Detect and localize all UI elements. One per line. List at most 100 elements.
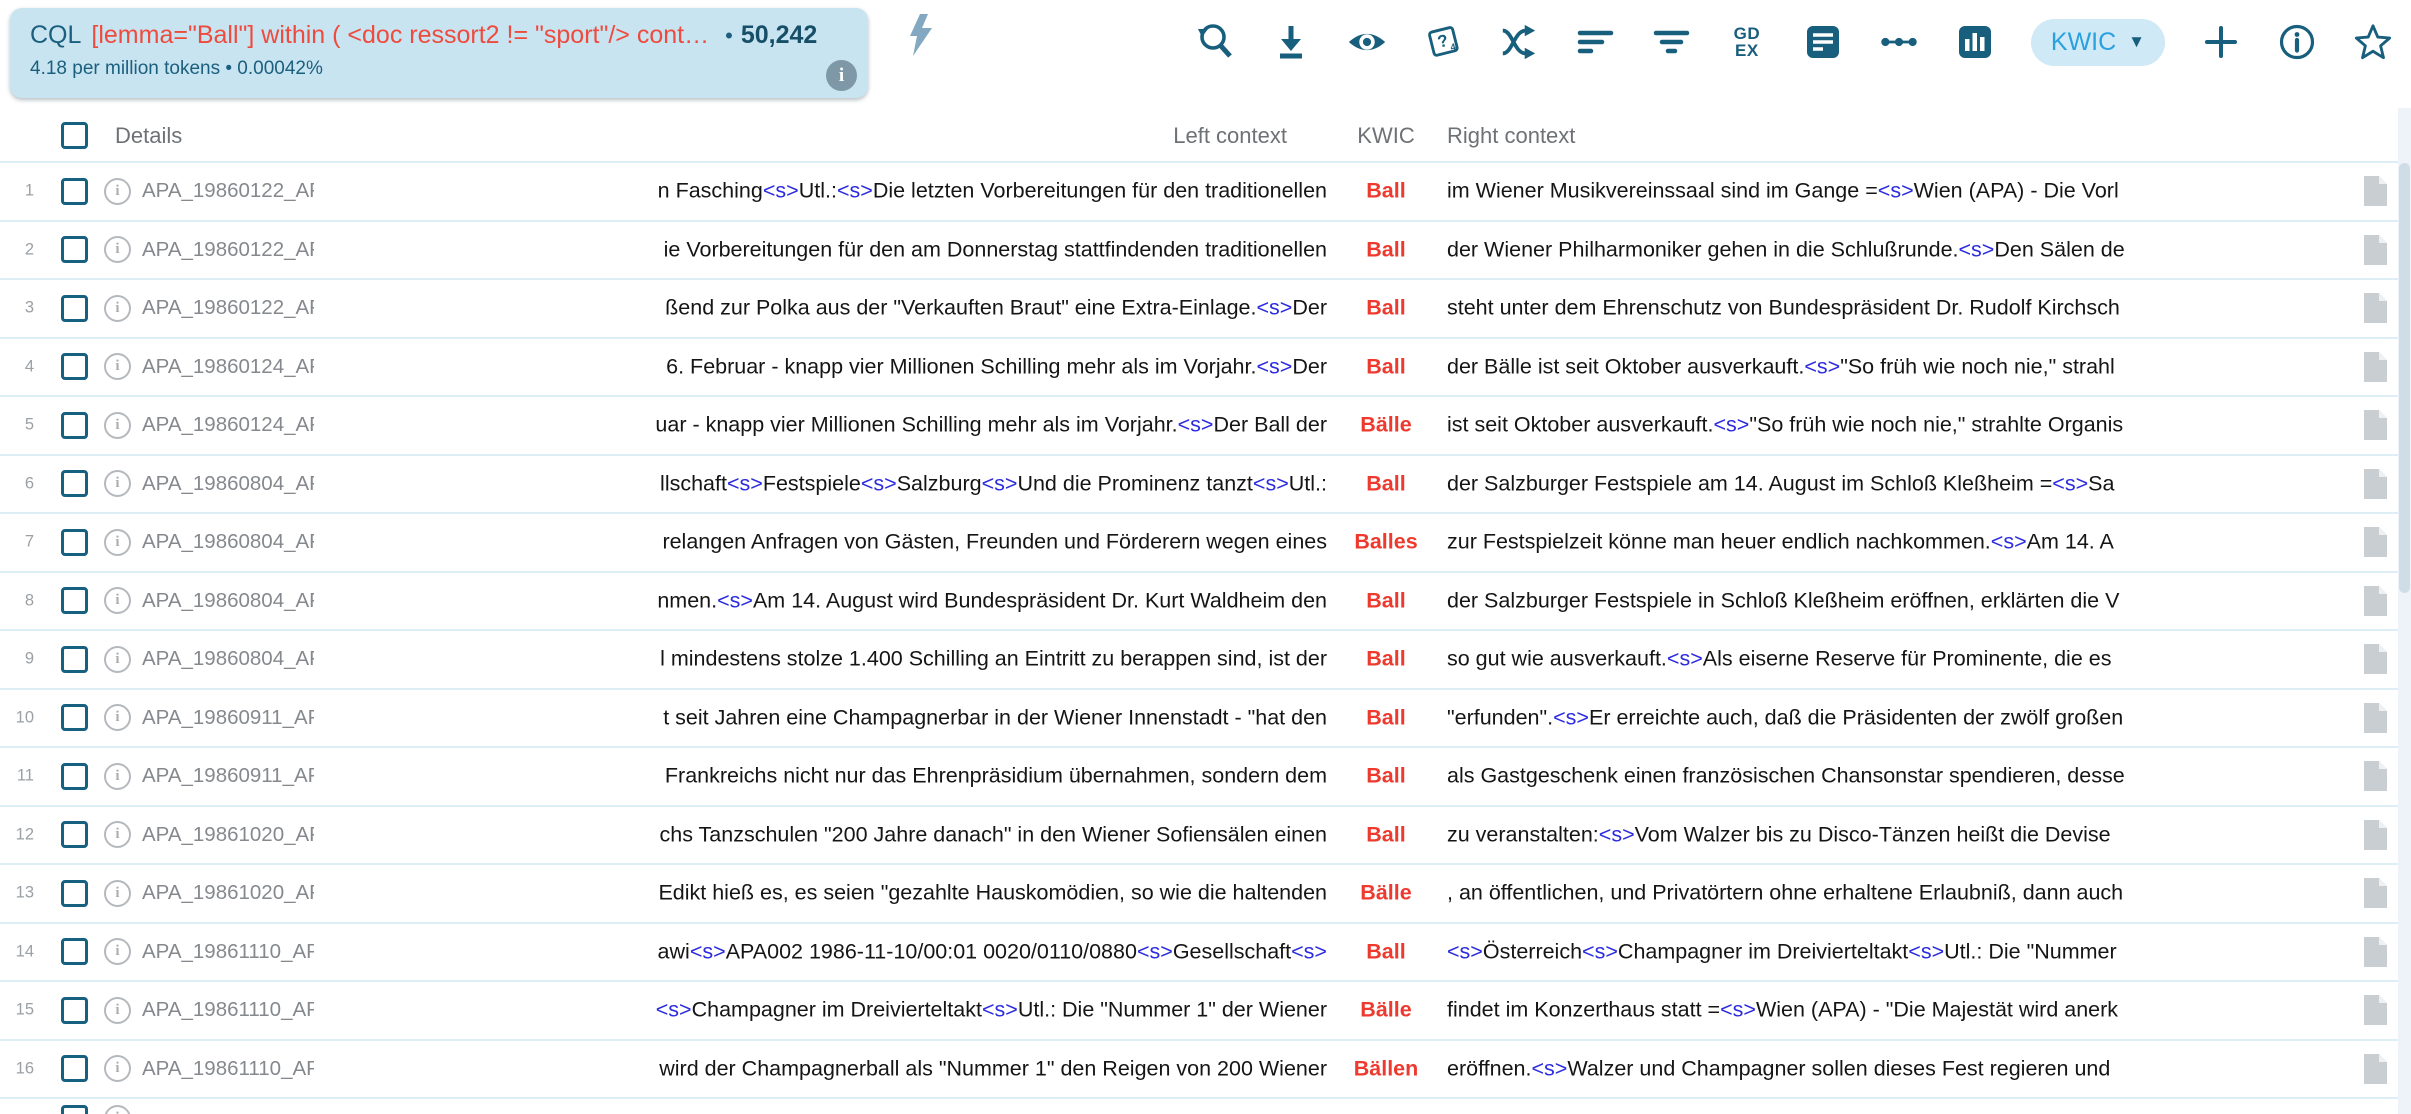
kwic-word[interactable]: Bälle <box>1327 881 1445 906</box>
row-checkbox[interactable] <box>61 1055 88 1082</box>
copy-icon[interactable] <box>2362 175 2389 212</box>
add-icon[interactable] <box>2201 22 2241 62</box>
kwic-word[interactable]: Ball <box>1327 354 1445 379</box>
doc-id[interactable]: APA_19861110_AP... <box>142 1057 314 1081</box>
kwic-word[interactable]: Ball <box>1327 588 1445 613</box>
row-checkbox[interactable] <box>61 295 88 322</box>
row-checkbox[interactable] <box>61 529 88 556</box>
row-checkbox[interactable] <box>61 938 88 965</box>
doc-id[interactable]: APA_19861110_AP... <box>142 998 314 1022</box>
row-checkbox[interactable] <box>61 997 88 1024</box>
kwic-word[interactable]: Ball <box>1327 296 1445 321</box>
doc-id[interactable]: APA_19861110_AP... <box>142 940 314 964</box>
doc-id[interactable]: APA_19860122_AP... <box>142 179 314 203</box>
row-checkbox[interactable] <box>61 353 88 380</box>
doc-id[interactable]: APA_19860911_AP... <box>142 706 314 730</box>
doc-id[interactable]: APA_19861020_AP... <box>142 881 314 905</box>
row-checkbox[interactable] <box>61 470 88 497</box>
copy-icon[interactable] <box>2362 936 2389 973</box>
doc-id[interactable]: APA_19860122_AP... <box>142 296 314 320</box>
copy-icon[interactable] <box>2362 351 2389 388</box>
row-info-icon[interactable]: i <box>104 1105 131 1114</box>
kwic-word[interactable]: Ball <box>1327 764 1445 789</box>
sort-icon[interactable] <box>1575 22 1615 62</box>
doc-id[interactable]: APA_19860804_AP... <box>142 647 314 671</box>
gdex-icon[interactable]: GDEX <box>1727 22 1767 62</box>
row-info-icon[interactable]: i <box>104 880 131 907</box>
row-checkbox[interactable] <box>61 763 88 790</box>
row-info-icon[interactable]: i <box>104 763 131 790</box>
row-checkbox[interactable] <box>61 236 88 263</box>
row-info-icon[interactable]: i <box>104 412 131 439</box>
row-checkbox[interactable] <box>61 1105 88 1114</box>
doc-id[interactable]: APA_19860804_AP... <box>142 530 314 554</box>
star-icon[interactable] <box>2353 22 2393 62</box>
copy-icon[interactable] <box>2362 234 2389 271</box>
kwic-word[interactable]: Ball <box>1327 705 1445 730</box>
random-sample-icon[interactable]: ? 4 <box>1423 22 1463 62</box>
row-checkbox[interactable] <box>61 704 88 731</box>
copy-icon[interactable] <box>2362 643 2389 680</box>
row-info-icon[interactable]: i <box>104 1055 131 1082</box>
lightning-icon[interactable] <box>908 12 934 63</box>
scrollbar-track[interactable] <box>2398 108 2411 1114</box>
view-options-icon[interactable] <box>1347 22 1387 62</box>
view-mode-dropdown[interactable]: KWIC ▼ <box>2031 19 2165 66</box>
kwic-word[interactable]: Ball <box>1327 179 1445 204</box>
row-checkbox[interactable] <box>61 821 88 848</box>
kwic-word[interactable]: Ball <box>1327 237 1445 262</box>
row-info-icon[interactable]: i <box>104 704 131 731</box>
copy-icon[interactable] <box>2362 877 2389 914</box>
text-types-icon[interactable] <box>1803 22 1843 62</box>
copy-icon[interactable] <box>2362 702 2389 739</box>
copy-icon[interactable] <box>2362 292 2389 329</box>
row-info-icon[interactable]: i <box>104 821 131 848</box>
row-checkbox[interactable] <box>61 587 88 614</box>
copy-icon[interactable] <box>2362 819 2389 856</box>
doc-id[interactable]: APA_19860911_AP... <box>142 764 314 788</box>
select-all-checkbox[interactable] <box>61 122 88 149</box>
row-info-icon[interactable]: i <box>104 997 131 1024</box>
scrollbar-thumb[interactable] <box>2399 163 2410 593</box>
kwic-word[interactable]: Ball <box>1327 939 1445 964</box>
row-info-icon[interactable]: i <box>104 938 131 965</box>
row-checkbox[interactable] <box>61 880 88 907</box>
row-checkbox[interactable] <box>61 412 88 439</box>
kwic-word[interactable]: Ball <box>1327 471 1445 496</box>
doc-id[interactable]: APA_19860124_AP... <box>142 413 314 437</box>
kwic-word[interactable]: Bälle <box>1327 998 1445 1023</box>
row-info-icon[interactable]: i <box>104 529 131 556</box>
doc-id[interactable]: APA_19861020_AP... <box>142 823 314 847</box>
row-info-icon[interactable]: i <box>104 587 131 614</box>
info-icon[interactable] <box>2277 22 2317 62</box>
row-info-icon[interactable]: i <box>104 470 131 497</box>
row-info-icon[interactable]: i <box>104 178 131 205</box>
copy-icon[interactable] <box>2362 468 2389 505</box>
copy-icon[interactable] <box>2362 1053 2389 1090</box>
kwic-word[interactable]: Bälle <box>1327 413 1445 438</box>
query-summary-box[interactable]: CQL[lemma="Ball"] within ( <doc ressort2… <box>10 8 868 98</box>
filter-icon[interactable] <box>1651 22 1691 62</box>
copy-icon[interactable] <box>2362 409 2389 446</box>
row-checkbox[interactable] <box>61 646 88 673</box>
row-info-icon[interactable]: i <box>104 353 131 380</box>
doc-id[interactable]: APA_19860804_AP... <box>142 472 314 496</box>
more-options-icon[interactable] <box>1879 22 1919 62</box>
query-info-icon[interactable]: i <box>826 60 857 91</box>
copy-icon[interactable] <box>2362 760 2389 797</box>
copy-icon[interactable] <box>2362 994 2389 1031</box>
doc-id[interactable]: APA_19860124_AP... <box>142 355 314 379</box>
edit-search-icon[interactable] <box>1195 22 1235 62</box>
download-icon[interactable] <box>1271 22 1311 62</box>
row-info-icon[interactable]: i <box>104 236 131 263</box>
shuffle-icon[interactable] <box>1499 22 1539 62</box>
doc-id[interactable]: APA_19860804_AP... <box>142 589 314 613</box>
kwic-word[interactable]: Ball <box>1327 822 1445 847</box>
row-info-icon[interactable]: i <box>104 295 131 322</box>
doc-id[interactable]: APA_19860122_AP... <box>142 238 314 262</box>
row-info-icon[interactable]: i <box>104 646 131 673</box>
kwic-word[interactable]: Balles <box>1327 530 1445 555</box>
frequency-chart-icon[interactable] <box>1955 22 1995 62</box>
kwic-word[interactable]: Ball <box>1327 647 1445 672</box>
kwic-word[interactable]: Bällen <box>1327 1056 1445 1081</box>
